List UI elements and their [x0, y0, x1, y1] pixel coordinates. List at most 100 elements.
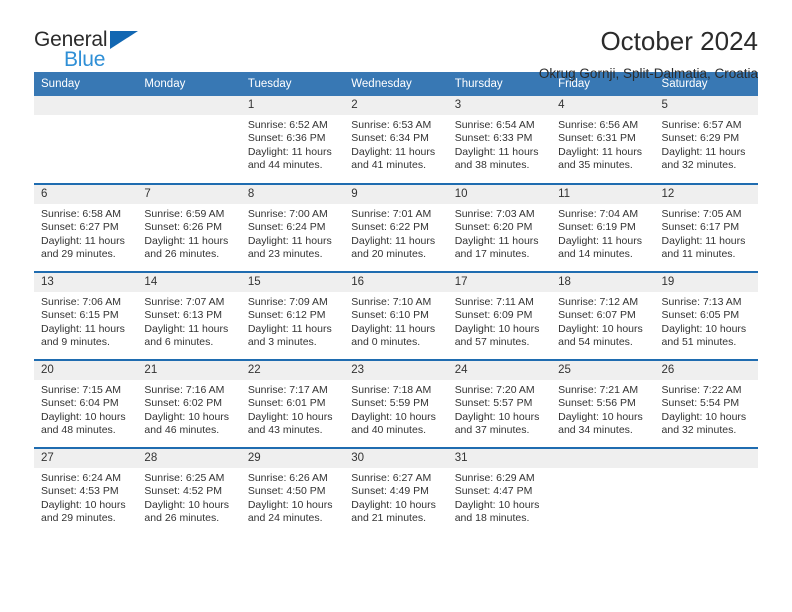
calendar-day-cell-empty: [654, 447, 758, 536]
calendar-week-row: 20 Sunrise: 7:15 AM Sunset: 6:04 PM Dayligh…: [34, 359, 758, 448]
day-sunrise-text: Sunrise: 7:13 AM: [661, 296, 742, 308]
day-sunset-text: Sunset: 4:53 PM: [41, 485, 119, 498]
day-daylight-text: and 41 minutes.: [351, 158, 426, 171]
calendar-day-cell[interactable]: 27 Sunrise: 6:24 AM Sunset: 4:53 PM Dayligh…: [34, 447, 138, 536]
calendar-day-cell[interactable]: 5 Sunrise: 6:57 AM Sunset: 6:29 PM Daylight…: [654, 96, 758, 184]
calendar-day-cell[interactable]: 26 Sunrise: 7:22 AM Sunset: 5:54 PM Dayligh…: [654, 359, 758, 448]
day-sunrise-text: Sunrise: 7:00 AM: [247, 208, 328, 220]
day-daylight-text: Daylight: 11 hours: [144, 234, 229, 247]
day-sun-info: Sunrise: 7:17 AM Sunset: 6:01 PM Daylight:…: [241, 380, 344, 437]
calendar-day-cell[interactable]: 24 Sunrise: 7:20 AM Sunset: 5:57 PM Dayligh…: [447, 359, 552, 448]
day-sunset-text: Sunset: 6:33 PM: [454, 132, 533, 145]
day-sun-info: Sunrise: 6:24 AM Sunset: 4:53 PM Daylight:…: [34, 468, 137, 525]
day-sun-info: Sunrise: 7:10 AM Sunset: 6:10 PM Daylight:…: [344, 292, 447, 349]
day-sunset-text: Sunset: 6:10 PM: [351, 309, 429, 322]
day-sun-info: Sunrise: 7:11 AM Sunset: 6:09 PM Daylight:…: [448, 292, 551, 349]
day-number: 17: [447, 273, 552, 292]
day-sunrise-text: Sunrise: 7:10 AM: [351, 296, 432, 308]
calendar-week-row: 13 Sunrise: 7:06 AM Sunset: 6:15 PM Dayligh…: [34, 271, 758, 360]
calendar-day-cell[interactable]: 19 Sunrise: 7:13 AM Sunset: 6:05 PM Dayligh…: [654, 271, 758, 360]
day-sunset-text: Sunset: 5:54 PM: [661, 397, 740, 410]
day-number: 10: [447, 185, 552, 204]
general-blue-logo[interactable]: General Blue: [34, 26, 164, 78]
calendar-day-cell[interactable]: 2 Sunrise: 6:53 AM Sunset: 6:34 PM Daylight…: [344, 96, 448, 184]
day-sun-info: Sunrise: 7:00 AM Sunset: 6:24 PM Daylight:…: [241, 204, 344, 261]
day-daylight-text: and 37 minutes.: [454, 423, 530, 436]
calendar-day-cell[interactable]: 11 Sunrise: 7:04 AM Sunset: 6:19 PM Dayligh…: [551, 183, 655, 272]
day-daylight-text: Daylight: 11 hours: [454, 145, 539, 158]
calendar-day-cell[interactable]: 13 Sunrise: 7:06 AM Sunset: 6:15 PM Dayligh…: [34, 271, 138, 360]
day-daylight-text: Daylight: 10 hours: [351, 410, 436, 423]
day-sunrise-text: Sunrise: 6:59 AM: [144, 208, 225, 220]
day-daylight-text: Daylight: 11 hours: [247, 322, 332, 335]
calendar-day-cell[interactable]: 31 Sunrise: 6:29 AM Sunset: 4:47 PM Dayligh…: [447, 447, 552, 536]
day-number: 22: [240, 361, 345, 380]
calendar-day-cell[interactable]: 20 Sunrise: 7:15 AM Sunset: 6:04 PM Dayligh…: [34, 359, 138, 448]
day-sunset-text: Sunset: 6:05 PM: [661, 309, 740, 322]
day-sunset-text: Sunset: 6:20 PM: [454, 221, 533, 234]
day-sun-info: Sunrise: 7:04 AM Sunset: 6:19 PM Daylight:…: [551, 204, 654, 261]
day-daylight-text: and 51 minutes.: [661, 335, 737, 348]
day-daylight-text: and 17 minutes.: [454, 247, 530, 260]
day-sunset-text: Sunset: 5:57 PM: [454, 397, 533, 410]
day-sunrise-text: Sunrise: 7:07 AM: [144, 296, 225, 308]
day-sun-info: Sunrise: 7:12 AM Sunset: 6:07 PM Daylight:…: [551, 292, 654, 349]
day-sunrise-text: Sunrise: 7:22 AM: [661, 384, 742, 396]
calendar-day-cell[interactable]: 17 Sunrise: 7:11 AM Sunset: 6:09 PM Dayligh…: [447, 271, 552, 360]
day-sunset-text: Sunset: 6:29 PM: [661, 132, 740, 145]
calendar-day-cell[interactable]: 16 Sunrise: 7:10 AM Sunset: 6:10 PM Dayligh…: [344, 271, 448, 360]
day-sun-info: Sunrise: 6:52 AM Sunset: 6:36 PM Daylight:…: [241, 115, 344, 172]
calendar-day-cell[interactable]: 18 Sunrise: 7:12 AM Sunset: 6:07 PM Dayligh…: [551, 271, 655, 360]
day-sun-info: Sunrise: 6:57 AM Sunset: 6:29 PM Daylight:…: [655, 115, 758, 172]
day-number: [654, 449, 758, 468]
calendar-day-cell[interactable]: 15 Sunrise: 7:09 AM Sunset: 6:12 PM Dayligh…: [240, 271, 345, 360]
day-sunset-text: Sunset: 4:49 PM: [351, 485, 429, 498]
calendar-day-cell[interactable]: 29 Sunrise: 6:26 AM Sunset: 4:50 PM Dayligh…: [240, 447, 345, 536]
calendar-day-cell[interactable]: 28 Sunrise: 6:25 AM Sunset: 4:52 PM Dayligh…: [137, 447, 241, 536]
calendar-day-cell[interactable]: 8 Sunrise: 7:00 AM Sunset: 6:24 PM Daylight…: [240, 183, 345, 272]
day-sunset-text: Sunset: 6:13 PM: [144, 309, 223, 322]
day-sunset-text: Sunset: 5:56 PM: [558, 397, 636, 410]
day-sunrise-text: Sunrise: 6:52 AM: [247, 119, 328, 131]
day-daylight-text: and 48 minutes.: [41, 423, 116, 436]
calendar-day-cell[interactable]: 22 Sunrise: 7:17 AM Sunset: 6:01 PM Dayligh…: [240, 359, 345, 448]
logo-text-blue: Blue: [64, 48, 106, 71]
title-block: October 2024 Okrug Gornji, Split-Dalmati…: [164, 26, 758, 83]
page-title: October 2024: [600, 26, 758, 56]
day-daylight-text: and 23 minutes.: [247, 247, 323, 260]
calendar-day-cell[interactable]: 25 Sunrise: 7:21 AM Sunset: 5:56 PM Dayligh…: [551, 359, 655, 448]
day-number: 8: [240, 185, 345, 204]
calendar-day-cell[interactable]: 9 Sunrise: 7:01 AM Sunset: 6:22 PM Daylight…: [344, 183, 448, 272]
calendar-day-cell[interactable]: 3 Sunrise: 6:54 AM Sunset: 6:33 PM Daylight…: [447, 96, 552, 184]
calendar-day-cell[interactable]: 7 Sunrise: 6:59 AM Sunset: 6:26 PM Daylight…: [137, 183, 241, 272]
calendar-day-cell[interactable]: 30 Sunrise: 6:27 AM Sunset: 4:49 PM Dayligh…: [344, 447, 448, 536]
day-number: [551, 449, 655, 468]
calendar-day-cell[interactable]: 23 Sunrise: 7:18 AM Sunset: 5:59 PM Dayligh…: [344, 359, 448, 448]
day-sunrise-text: Sunrise: 7:03 AM: [454, 208, 535, 220]
day-sun-info: Sunrise: 7:16 AM Sunset: 6:02 PM Daylight:…: [137, 380, 240, 437]
day-sun-info: Sunrise: 7:13 AM Sunset: 6:05 PM Daylight:…: [655, 292, 758, 349]
calendar-day-cell[interactable]: 4 Sunrise: 6:56 AM Sunset: 6:31 PM Daylight…: [551, 96, 655, 184]
day-daylight-text: Daylight: 10 hours: [41, 498, 126, 511]
day-daylight-text: and 6 minutes.: [144, 335, 214, 348]
day-sunrise-text: Sunrise: 7:15 AM: [41, 384, 121, 396]
day-daylight-text: and 34 minutes.: [558, 423, 633, 436]
day-daylight-text: Daylight: 11 hours: [41, 234, 125, 247]
day-sun-info: Sunrise: 7:20 AM Sunset: 5:57 PM Daylight:…: [448, 380, 551, 437]
day-sunset-text: Sunset: 4:50 PM: [247, 485, 326, 498]
calendar-day-cell[interactable]: 6 Sunrise: 6:58 AM Sunset: 6:27 PM Daylight…: [34, 183, 138, 272]
calendar-day-cell[interactable]: 14 Sunrise: 7:07 AM Sunset: 6:13 PM Dayligh…: [137, 271, 241, 360]
day-number: [137, 96, 241, 115]
calendar-day-cell[interactable]: 21 Sunrise: 7:16 AM Sunset: 6:02 PM Dayligh…: [137, 359, 241, 448]
calendar-day-cell[interactable]: 1 Sunrise: 6:52 AM Sunset: 6:36 PM Daylight…: [240, 96, 345, 184]
day-number: 1: [240, 96, 345, 115]
day-daylight-text: Daylight: 10 hours: [144, 410, 230, 423]
logo-triangle-icon: [110, 31, 138, 49]
calendar-day-cell[interactable]: 10 Sunrise: 7:03 AM Sunset: 6:20 PM Dayligh…: [447, 183, 552, 272]
day-sun-info: Sunrise: 7:03 AM Sunset: 6:20 PM Daylight:…: [448, 204, 551, 261]
day-daylight-text: and 43 minutes.: [247, 423, 323, 436]
day-number: 4: [551, 96, 655, 115]
day-sunset-text: Sunset: 6:15 PM: [41, 309, 119, 322]
day-number: 20: [34, 361, 138, 380]
calendar-day-cell[interactable]: 12 Sunrise: 7:05 AM Sunset: 6:17 PM Dayligh…: [654, 183, 758, 272]
